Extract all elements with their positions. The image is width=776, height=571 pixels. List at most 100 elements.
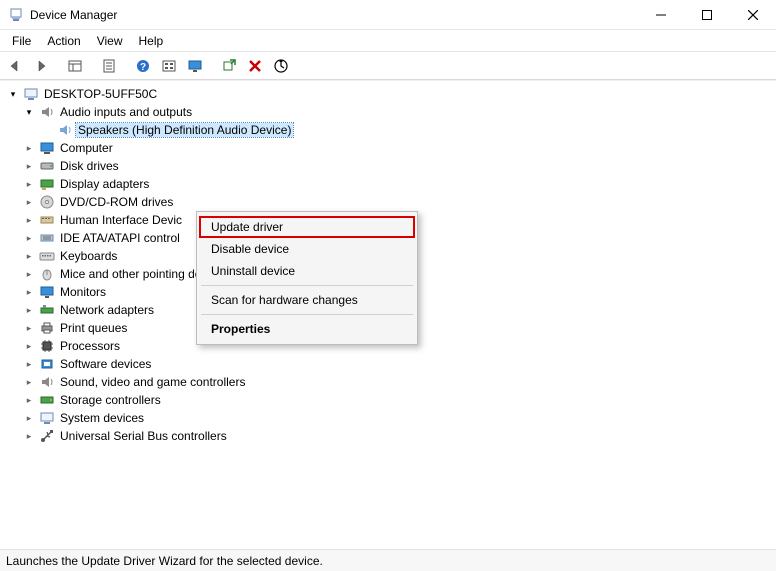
printer-icon	[39, 320, 55, 336]
update-driver-button[interactable]	[270, 55, 292, 77]
hid-icon	[39, 212, 55, 228]
tree-category-software[interactable]: ▸ Software devices	[2, 355, 774, 373]
context-scan-hardware[interactable]: Scan for hardware changes	[199, 289, 415, 311]
tree-label: Sound, video and game controllers	[58, 375, 247, 389]
svg-text:?: ?	[140, 62, 146, 73]
tree-label: Software devices	[58, 357, 153, 371]
help-button[interactable]: ?	[132, 55, 154, 77]
tree-label: Universal Serial Bus controllers	[58, 429, 229, 443]
tree-label: Keyboards	[58, 249, 119, 263]
tree-label: Monitors	[58, 285, 108, 299]
expander-icon[interactable]: ▸	[22, 341, 36, 352]
tree-category-audio[interactable]: ▾ Audio inputs and outputs	[2, 103, 774, 121]
tree-label: DVD/CD-ROM drives	[58, 195, 175, 209]
dvd-icon	[39, 194, 55, 210]
context-separator	[201, 285, 413, 286]
audio-icon	[39, 104, 55, 120]
expander-icon[interactable]: ▸	[22, 215, 36, 226]
usb-icon	[39, 428, 55, 444]
maximize-button[interactable]	[684, 0, 730, 30]
back-button[interactable]	[4, 55, 26, 77]
processor-icon	[39, 338, 55, 354]
tree-root[interactable]: ▾ DESKTOP-5UFF50C	[2, 85, 774, 103]
display-adapter-icon	[39, 176, 55, 192]
monitor-icon-button[interactable]	[184, 55, 206, 77]
menubar: File Action View Help	[0, 30, 776, 52]
keyboard-icon	[39, 248, 55, 264]
context-update-driver[interactable]: Update driver	[199, 216, 415, 238]
tree-root-label: DESKTOP-5UFF50C	[42, 87, 159, 101]
context-disable-device[interactable]: Disable device	[199, 238, 415, 260]
expander-icon[interactable]: ▸	[22, 269, 36, 280]
menu-file[interactable]: File	[4, 32, 39, 50]
tree-label: Computer	[58, 141, 115, 155]
tree-category-computer[interactable]: ▸ Computer	[2, 139, 774, 157]
tree-label: Storage controllers	[58, 393, 163, 407]
ide-icon	[39, 230, 55, 246]
software-icon	[39, 356, 55, 372]
view-small-button[interactable]	[158, 55, 180, 77]
tree-label: IDE ATA/ATAPI control	[58, 231, 182, 245]
tree-category-system[interactable]: ▸ System devices	[2, 409, 774, 427]
tree-label: Print queues	[58, 321, 129, 335]
tree-category-storage[interactable]: ▸ Storage controllers	[2, 391, 774, 409]
toolbar: ?	[0, 52, 776, 80]
window-controls	[638, 0, 776, 30]
expander-icon[interactable]: ▸	[22, 197, 36, 208]
context-uninstall-device[interactable]: Uninstall device	[199, 260, 415, 282]
expander-icon[interactable]: ▸	[22, 377, 36, 388]
context-menu: Update driver Disable device Uninstall d…	[196, 211, 418, 345]
mouse-icon	[39, 266, 55, 282]
expander-icon[interactable]: ▸	[22, 233, 36, 244]
uninstall-button[interactable]	[244, 55, 266, 77]
show-hide-console-tree-button[interactable]	[64, 55, 86, 77]
minimize-button[interactable]	[638, 0, 684, 30]
tree-label: Human Interface Devic	[58, 213, 184, 227]
computer-root-icon	[23, 86, 39, 102]
properties-button[interactable]	[98, 55, 120, 77]
titlebar: Device Manager	[0, 0, 776, 30]
expander-icon[interactable]: ▸	[22, 251, 36, 262]
disk-icon	[39, 158, 55, 174]
expander-icon[interactable]: ▸	[22, 323, 36, 334]
expander-icon[interactable]: ▸	[22, 413, 36, 424]
speaker-icon	[57, 122, 73, 138]
tree-category-dvd[interactable]: ▸ DVD/CD-ROM drives	[2, 193, 774, 211]
context-properties[interactable]: Properties	[199, 318, 415, 340]
tree-label: Speakers (High Definition Audio Device)	[76, 123, 293, 137]
tree-category-diskdrives[interactable]: ▸ Disk drives	[2, 157, 774, 175]
tree-label: Audio inputs and outputs	[58, 105, 194, 119]
statusbar: Launches the Update Driver Wizard for th…	[0, 549, 776, 571]
tree-label: Processors	[58, 339, 122, 353]
menu-view[interactable]: View	[89, 32, 131, 50]
context-separator	[201, 314, 413, 315]
tree-label: Display adapters	[58, 177, 151, 191]
expander-icon[interactable]: ▸	[22, 359, 36, 370]
tree-label: Network adapters	[58, 303, 156, 317]
tree-device-speakers[interactable]: Speakers (High Definition Audio Device)	[2, 121, 774, 139]
expander-icon[interactable]: ▸	[22, 395, 36, 406]
expander-icon[interactable]: ▾	[22, 107, 36, 118]
app-icon	[8, 7, 24, 23]
tree-category-display[interactable]: ▸ Display adapters	[2, 175, 774, 193]
tree-category-sound[interactable]: ▸ Sound, video and game controllers	[2, 373, 774, 391]
expander-icon[interactable]: ▸	[22, 305, 36, 316]
expander-icon[interactable]: ▸	[22, 431, 36, 442]
menu-help[interactable]: Help	[131, 32, 172, 50]
expander-icon[interactable]: ▸	[22, 143, 36, 154]
device-tree[interactable]: ▾ DESKTOP-5UFF50C ▾ Audio inputs and out…	[0, 80, 776, 549]
system-icon	[39, 410, 55, 426]
expander-icon[interactable]: ▸	[22, 161, 36, 172]
close-button[interactable]	[730, 0, 776, 30]
tree-category-usb[interactable]: ▸ Universal Serial Bus controllers	[2, 427, 774, 445]
forward-button[interactable]	[30, 55, 52, 77]
expander-icon[interactable]: ▸	[22, 287, 36, 298]
sound-icon	[39, 374, 55, 390]
expander-icon[interactable]: ▸	[22, 179, 36, 190]
window-title: Device Manager	[30, 8, 117, 22]
expander-icon[interactable]: ▾	[6, 89, 20, 100]
computer-icon	[39, 140, 55, 156]
network-icon	[39, 302, 55, 318]
menu-action[interactable]: Action	[39, 32, 88, 50]
scan-hardware-button[interactable]	[218, 55, 240, 77]
